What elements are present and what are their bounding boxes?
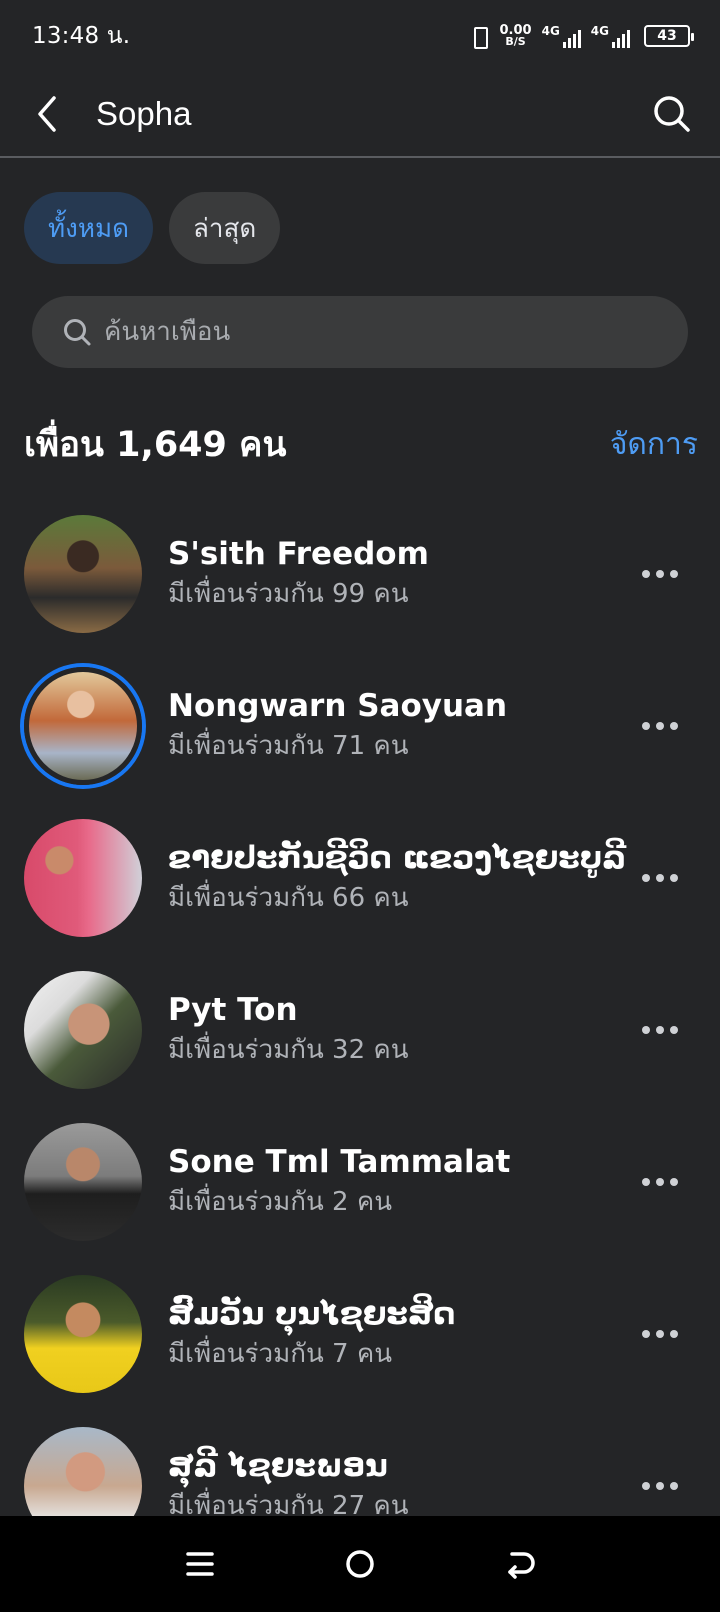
friend-row[interactable]: Pyt Ton มีเพื่อนร่วมกัน 32 คน [0,954,720,1106]
mutual-friends: มีเพื่อนร่วมกัน 32 คน [168,1035,409,1065]
mutual-friends: มีเพื่อนร่วมกัน 2 คน [168,1187,393,1217]
back-nav-button[interactable] [490,1534,550,1594]
avatar[interactable] [24,1427,142,1516]
page-title: Sopha [96,95,192,132]
search-button[interactable] [632,71,712,157]
avatar[interactable] [24,515,142,633]
friends-count-title: เพื่อน 1,649 คน [24,424,287,465]
friend-row[interactable]: Nongwarn Saoyuan มีเพื่อนร่วมกัน 71 คน [0,650,720,802]
battery-icon: 43 [644,25,694,47]
friend-info: ສຸລີ ໄຊຍະພອນ มีเพื่อนร่วมกัน 27 คน [168,1446,630,1516]
more-options-button[interactable] [630,1162,690,1202]
filter-chip-recent[interactable]: ล่าสุด [169,192,281,264]
battery-level: 43 [657,28,677,44]
app-header: Sopha [0,72,720,158]
friend-info: Sone Tml Tammalat มีเพื่อนร่วมกัน 2 คน [168,1142,630,1222]
manage-link[interactable]: จัดการ [610,421,698,468]
friend-row[interactable]: ຂາຍປະກັນຊີວິດ ແຂວງໄຊຍະບູລີ มีเพื่อนร่วมก… [0,802,720,954]
menu-icon [186,1552,214,1576]
signal-1-icon: 4G [542,24,581,48]
more-options-button[interactable] [630,1466,690,1506]
friend-name[interactable]: ສຸລີ ໄຊຍະພອນ [168,1446,630,1486]
network-type-2: 4G [590,24,609,38]
network-type-1: 4G [541,24,560,38]
friend-search-bar[interactable] [32,296,688,368]
home-circle-icon [346,1550,374,1578]
signal-2-icon: 4G [591,24,630,48]
friends-screen: 13:48 น. 0.00 B/S 4G 4G 43 Sopha ทั้งหมด… [0,0,720,1612]
friend-search-input[interactable] [104,317,664,347]
avatar[interactable] [24,1123,142,1241]
more-options-button[interactable] [630,1010,690,1050]
friend-name[interactable]: S'sith Freedom [168,534,630,574]
system-nav-bar [0,1516,720,1612]
mutual-friends: มีเพื่อนร่วมกัน 7 คน [168,1339,393,1369]
friend-name[interactable]: ຂາຍປະກັນຊີວິດ ແຂວງໄຊຍະບູລີ [168,838,630,878]
network-speed-unit: B/S [505,35,526,48]
friend-info: S'sith Freedom มีเพื่อนร่วมกัน 99 คน [168,534,630,614]
more-options-button[interactable] [630,554,690,594]
back-arrow-icon [508,1552,535,1579]
mutual-friends: มีเพื่อนร่วมกัน 66 คน [168,883,409,913]
more-options-button[interactable] [630,1314,690,1354]
vibrate-icon [468,25,490,49]
friend-info: ຂາຍປະກັນຊີວິດ ແຂວງໄຊຍະບູລີ มีเพื่อนร่วมก… [168,838,630,918]
filter-chip-all[interactable]: ทั้งหมด [24,192,153,264]
friend-info: Nongwarn Saoyuan มีเพื่อนร่วมกัน 71 คน [168,686,630,766]
home-button[interactable] [330,1534,390,1594]
friend-info: Pyt Ton มีเพื่อนร่วมกัน 32 คน [168,990,630,1070]
mutual-friends: มีเพื่อนร่วมกัน 27 คน [168,1491,409,1516]
status-time: 13:48 น. [32,23,131,49]
avatar[interactable] [24,971,142,1089]
status-indicators: 0.00 B/S 4G 4G 43 [468,24,694,49]
friend-row[interactable]: ສົມວັນ ບຸນໄຊຍະສິດ มีเพื่อนร่วมกัน 7 คน [0,1258,720,1410]
friend-row[interactable]: ສຸລີ ໄຊຍະພອນ มีเพื่อนร่วมกัน 27 คน [0,1410,720,1516]
avatar[interactable] [24,667,142,785]
friend-info: ສົມວັນ ບຸນໄຊຍະສິດ มีเพื่อนร่วมกัน 7 คน [168,1294,630,1374]
avatar[interactable] [24,819,142,937]
status-bar: 13:48 น. 0.00 B/S 4G 4G 43 [0,0,720,72]
network-speed: 0.00 B/S [500,24,532,48]
search-icon [64,319,91,346]
friend-name[interactable]: Nongwarn Saoyuan [168,686,630,726]
friend-name[interactable]: Pyt Ton [168,990,630,1030]
mutual-friends: มีเพื่อนร่วมกัน 71 คน [168,731,409,761]
more-options-button[interactable] [630,858,690,898]
filter-chips: ทั้งหมด ล่าสุด [24,192,281,264]
friend-name[interactable]: ສົມວັນ ບຸນໄຊຍະສິດ [168,1294,630,1334]
friend-row[interactable]: Sone Tml Tammalat มีเพื่อนร่วมกัน 2 คน [0,1106,720,1258]
more-options-button[interactable] [630,706,690,746]
friends-section-header: เพื่อน 1,649 คน จัดการ [24,416,698,472]
friend-row[interactable]: S'sith Freedom มีเพื่อนร่วมกัน 99 คน [0,498,720,650]
friend-name[interactable]: Sone Tml Tammalat [168,1142,630,1182]
search-icon [654,96,690,132]
friend-list: S'sith Freedom มีเพื่อนร่วมกัน 99 คน Non… [0,498,720,1516]
back-button[interactable] [12,71,82,157]
chevron-left-icon [38,96,56,132]
recents-button[interactable] [170,1534,230,1594]
mutual-friends: มีเพื่อนร่วมกัน 99 คน [168,579,409,609]
avatar[interactable] [24,1275,142,1393]
